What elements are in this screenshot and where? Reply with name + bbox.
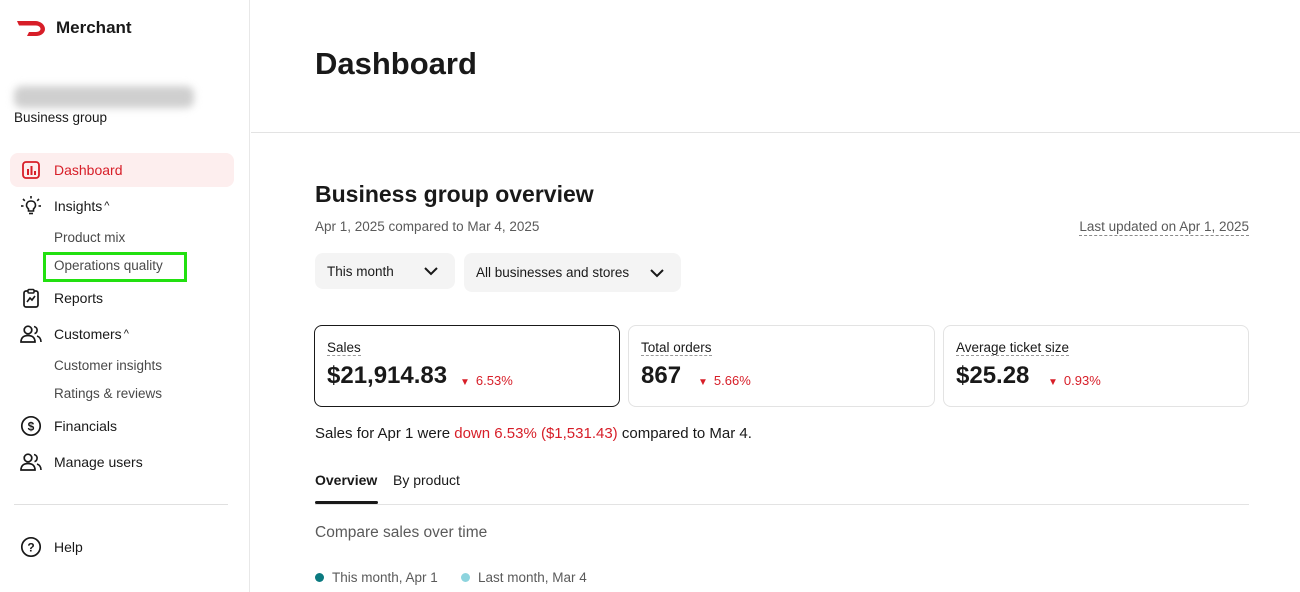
- tab-overview[interactable]: Overview: [315, 472, 377, 488]
- bar-chart-icon: [20, 159, 42, 181]
- sidebar-subitem-product-mix[interactable]: Product mix: [54, 230, 125, 245]
- sidebar-item-customers[interactable]: Customers ^: [10, 317, 234, 351]
- active-tab-indicator: [315, 501, 378, 504]
- metric-label: Total orders: [641, 340, 712, 356]
- highlight-box: [43, 252, 187, 282]
- metric-change-value: 5.66%: [713, 373, 751, 388]
- svg-text:?: ?: [27, 541, 34, 555]
- sidebar-item-reports[interactable]: Reports: [10, 281, 234, 315]
- tabs-divider: [315, 504, 1249, 505]
- brand-name: Merchant: [56, 18, 132, 37]
- legend-label: Last month, Mar 4: [478, 570, 587, 585]
- metric-value: 867: [641, 362, 682, 389]
- sidebar-divider: [14, 504, 228, 505]
- summary-suffix: compared to Mar 4.: [617, 425, 752, 442]
- dollar-circle-icon: $: [20, 415, 42, 437]
- metric-change-value: 0.93%: [1063, 373, 1101, 388]
- brand[interactable]: Merchant: [16, 18, 132, 38]
- sidebar-item-label: Manage users: [54, 454, 143, 470]
- sidebar-subitem-customer-insights[interactable]: Customer insights: [54, 358, 162, 373]
- chevron-down-icon: [650, 269, 664, 278]
- sales-summary: Sales for Apr 1 were down 6.53% ($1,531.…: [315, 425, 752, 442]
- legend-last-month: Last month, Mar 4: [461, 570, 587, 585]
- clipboard-chart-icon: [20, 287, 42, 309]
- chevron-down-icon: [424, 267, 438, 276]
- sidebar-item-financials[interactable]: $ Financials: [10, 409, 234, 443]
- page-title: Dashboard: [315, 46, 477, 81]
- triangle-down-icon: ▼: [460, 377, 470, 388]
- sidebar-item-label: Customers: [54, 326, 122, 342]
- sidebar-item-dashboard[interactable]: Dashboard: [10, 153, 234, 187]
- last-updated-link[interactable]: Last updated on Apr 1, 2025: [1079, 219, 1249, 236]
- metric-label: Average ticket size: [956, 340, 1070, 356]
- doordash-logo-icon: [17, 21, 45, 36]
- legend-label: This month, Apr 1: [332, 570, 438, 585]
- sidebar-item-label: Reports: [54, 290, 104, 306]
- metric-card-sales[interactable]: Sales $21,914.83 ▼ 6.53%: [314, 325, 620, 407]
- tab-by-product[interactable]: By product: [393, 472, 460, 488]
- sidebar-item-label: Dashboard: [54, 162, 123, 178]
- section-title: Business group overview: [315, 181, 594, 207]
- metric-label: Sales: [327, 340, 361, 356]
- period-dropdown[interactable]: This month: [315, 253, 455, 289]
- scope-dropdown[interactable]: All businesses and stores: [464, 253, 681, 292]
- triangle-down-icon: ▼: [1048, 377, 1058, 388]
- sidebar-subitem-ratings-reviews[interactable]: Ratings & reviews: [54, 386, 162, 401]
- chevron-up-icon: ^: [123, 328, 129, 340]
- scope-dropdown-value: All businesses and stores: [476, 265, 630, 280]
- users-icon: [20, 323, 42, 345]
- triangle-down-icon: ▼: [698, 377, 708, 388]
- sidebar-item-label: Help: [54, 539, 83, 555]
- legend-dot: [315, 573, 324, 582]
- header-divider: [251, 132, 1300, 133]
- sidebar: Merchant Business group Dashboard Insigh…: [0, 0, 250, 592]
- chevron-up-icon: ^: [104, 200, 110, 212]
- period-dropdown-value: This month: [327, 263, 394, 279]
- help-circle-icon: ?: [20, 536, 42, 558]
- metric-value: $25.28: [956, 362, 1030, 389]
- compare-sales-title: Compare sales over time: [315, 524, 488, 541]
- sidebar-item-manage-users[interactable]: Manage users: [10, 445, 234, 479]
- users-icon: [20, 451, 42, 473]
- metric-card-total-orders[interactable]: Total orders 867 ▼ 5.66%: [628, 325, 935, 407]
- metric-card-average-ticket-size[interactable]: Average ticket size $25.28 ▼ 0.93%: [943, 325, 1249, 407]
- legend-this-month: This month, Apr 1: [315, 570, 438, 585]
- sidebar-item-label: Insights: [54, 198, 103, 214]
- metric-value: $21,914.83: [327, 362, 448, 389]
- sidebar-item-help[interactable]: ? Help: [10, 530, 234, 564]
- metric-change: ▼ 5.66%: [698, 373, 751, 388]
- main-content: Dashboard Business group overview Apr 1,…: [251, 0, 1300, 592]
- lightbulb-icon: [20, 195, 42, 217]
- metric-change-value: 6.53%: [475, 373, 513, 388]
- summary-prefix: Sales for Apr 1 were: [315, 425, 455, 442]
- business-group-name-redacted: [14, 86, 194, 108]
- metric-change: ▼ 6.53%: [460, 373, 513, 388]
- summary-change: down 6.53% ($1,531.43): [454, 425, 618, 442]
- svg-text:$: $: [28, 420, 35, 434]
- compare-date: Apr 1, 2025 compared to Mar 4, 2025: [315, 219, 540, 234]
- sidebar-item-label: Financials: [54, 418, 118, 434]
- sidebar-item-insights[interactable]: Insights ^: [10, 189, 234, 223]
- legend-dot: [461, 573, 470, 582]
- business-group-label: Business group: [14, 110, 108, 125]
- metric-change: ▼ 0.93%: [1048, 373, 1101, 388]
